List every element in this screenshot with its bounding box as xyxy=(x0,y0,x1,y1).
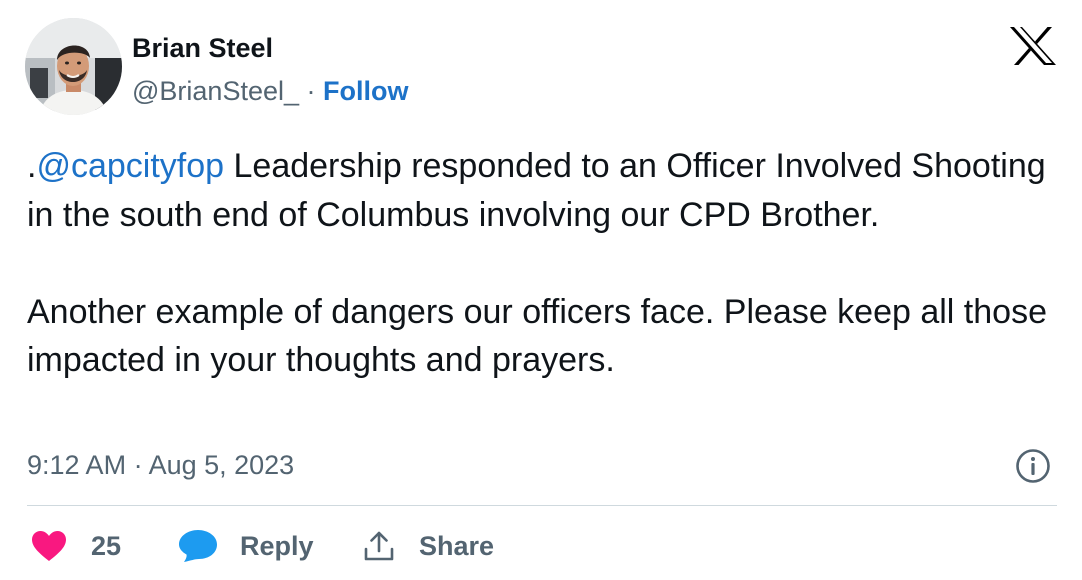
heart-icon xyxy=(31,530,67,562)
reply-label: Reply xyxy=(240,530,314,561)
follow-button[interactable]: Follow xyxy=(323,76,408,106)
speech-bubble-icon xyxy=(178,529,218,563)
like-button[interactable]: 25 xyxy=(31,526,121,566)
tweet-embed-card: Brian Steel @BrianSteel_ · Follow .@capc… xyxy=(0,0,1082,580)
tweet-body: .@capcityfop Leadership responded to an … xyxy=(27,142,1067,385)
share-upload-icon xyxy=(363,530,395,562)
tweet-paragraph-1: .@capcityfop Leadership responded to an … xyxy=(27,142,1067,239)
mention-link[interactable]: @capcityfop xyxy=(36,147,224,185)
author-name[interactable]: Brian Steel xyxy=(132,32,273,64)
avatar-photo xyxy=(25,18,122,115)
handle-separator: · xyxy=(306,76,316,106)
share-button[interactable]: Share xyxy=(363,526,494,566)
avatar[interactable] xyxy=(25,18,122,115)
info-circle-icon[interactable] xyxy=(1014,447,1052,485)
author-handle-line: @BrianSteel_ · Follow xyxy=(132,75,409,107)
x-logo-icon[interactable] xyxy=(1008,26,1058,66)
share-label: Share xyxy=(419,530,495,561)
reply-button[interactable]: Reply xyxy=(178,526,314,566)
tweet-paragraph-2: Another example of dangers our officers … xyxy=(27,292,1047,380)
tweet-timestamp[interactable]: 9:12 AM · Aug 5, 2023 xyxy=(27,448,294,482)
author-handle[interactable]: @BrianSteel_ xyxy=(132,76,299,106)
divider xyxy=(27,505,1057,506)
like-count: 25 xyxy=(91,530,122,561)
